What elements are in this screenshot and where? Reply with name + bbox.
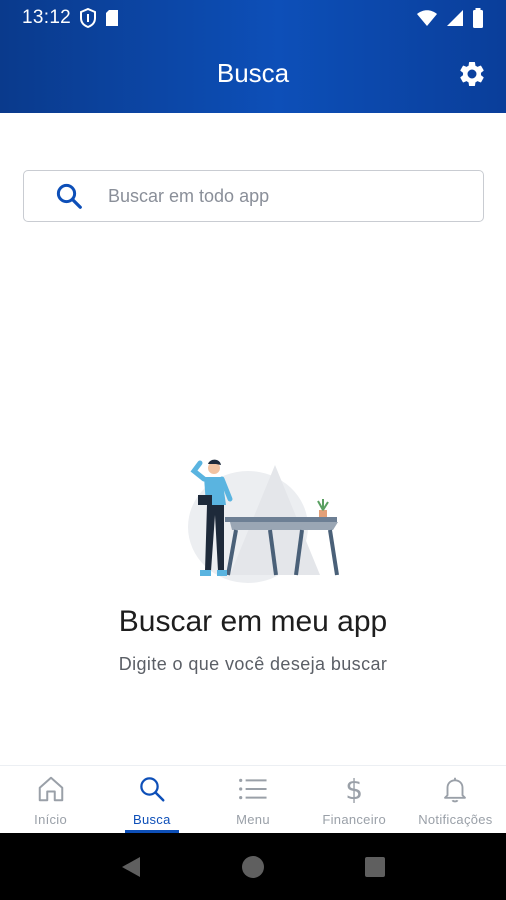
nav-label-menu: Menu (236, 812, 270, 827)
empty-state-subtitle: Digite o que você deseja buscar (118, 654, 388, 674)
nav-item-busca[interactable]: Busca (101, 766, 202, 833)
status-bar: 13:12 (0, 0, 506, 36)
status-time: 13:12 (22, 7, 72, 28)
nav-item-inicio[interactable]: Início (0, 766, 101, 833)
menu-icon (239, 778, 267, 800)
system-navigation-bar (0, 833, 506, 900)
sd-card-icon (106, 10, 119, 26)
search-field[interactable] (23, 170, 484, 222)
app-header: 13:12 Busca (0, 0, 506, 113)
dollar-icon: $ (345, 772, 364, 806)
signal-icon (447, 10, 463, 26)
nav-item-financeiro[interactable]: $ Financeiro (304, 766, 405, 833)
home-circle-icon[interactable] (241, 855, 265, 879)
recents-icon[interactable] (364, 856, 386, 878)
empty-state-illustration (188, 459, 339, 583)
nav-label-busca: Busca (132, 812, 171, 827)
nav-label-inicio: Início (34, 812, 68, 827)
wifi-icon (417, 10, 437, 26)
page-title: Busca (216, 58, 290, 88)
nav-item-menu[interactable]: Menu (202, 766, 303, 833)
home-icon (38, 776, 63, 802)
settings-button[interactable] (456, 58, 488, 90)
search-input[interactable] (108, 185, 428, 207)
shield-icon (80, 8, 97, 28)
nav-item-notificacoes[interactable]: Notificações (405, 766, 506, 833)
nav-label-financeiro: Financeiro (322, 812, 387, 827)
search-icon (56, 183, 82, 209)
battery-icon (473, 8, 483, 28)
bell-icon (444, 777, 467, 803)
gear-icon (460, 61, 484, 86)
empty-state-title: Buscar em meu app (118, 605, 388, 638)
bottom-navigation: Início Busca Menu $ Financeiro Notificaç… (0, 765, 506, 833)
search-icon (140, 777, 165, 802)
nav-label-notificacoes: Notificações (418, 812, 493, 827)
back-icon[interactable] (120, 855, 142, 879)
